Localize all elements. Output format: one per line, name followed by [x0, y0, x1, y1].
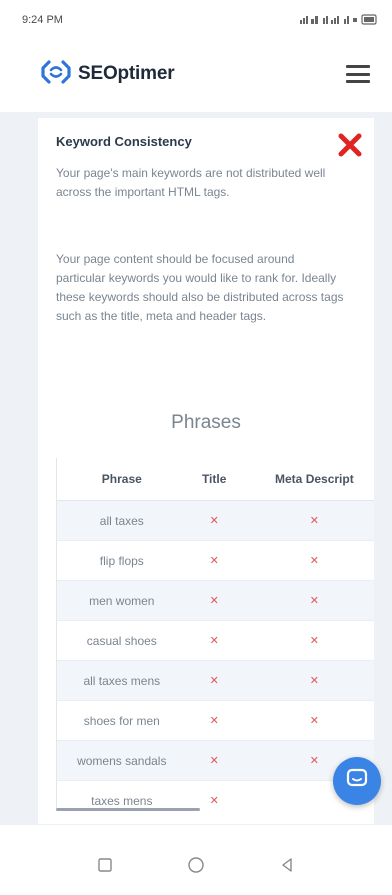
title-missing-icon: ✕ [186, 500, 242, 541]
fail-x-icon [335, 130, 365, 160]
meta-missing-icon: ✕ [241, 580, 374, 621]
title-missing-icon: ✕ [186, 540, 242, 581]
recents-button[interactable] [91, 854, 119, 882]
home-button[interactable] [182, 854, 210, 882]
table-row: womens sandals ✕ ✕ [57, 740, 374, 781]
status-bar: 9:24 PM [0, 0, 392, 40]
brand-name: SEOptimer [78, 63, 175, 84]
column-header-phrase: Phrase [57, 458, 187, 501]
phrase-cell: flip flops [57, 540, 187, 581]
table-row: men women ✕ ✕ [57, 580, 374, 621]
square-icon [97, 857, 113, 878]
phrases-table: Phrase Title Meta Descript all taxes ✕ ✕… [57, 458, 374, 808]
column-header-title: Title [186, 458, 242, 501]
phrase-cell: all taxes mens [57, 660, 187, 701]
card-recommendation: Your page content should be focused arou… [56, 252, 344, 323]
triangle-back-icon [279, 857, 295, 878]
card-title: Keyword Consistency [56, 134, 192, 149]
column-header-meta-description: Meta Descript [241, 458, 374, 501]
meta-missing-icon: ✕ [241, 700, 374, 741]
chat-bubble-icon [345, 767, 369, 796]
card-description: Your page's main keywords are not distri… [56, 166, 326, 199]
signal-icon [300, 13, 378, 28]
phrase-cell: all taxes [57, 500, 187, 541]
phrases-table-container[interactable]: Phrase Title Meta Descript all taxes ✕ ✕… [56, 458, 374, 808]
table-horizontal-scrollbar[interactable] [56, 808, 200, 811]
phrases-heading: Phrases [171, 412, 241, 433]
status-indicators [300, 13, 378, 28]
title-missing-icon: ✕ [186, 660, 242, 701]
keyword-consistency-card: Keyword Consistency Your page's main key… [38, 118, 374, 824]
meta-missing-icon: ✕ [241, 660, 374, 701]
title-missing-icon: ✕ [186, 620, 242, 661]
title-missing-icon: ✕ [186, 700, 242, 741]
table-row: all taxes mens ✕ ✕ [57, 660, 374, 701]
title-missing-icon: ✕ [186, 780, 242, 808]
phrase-cell: womens sandals [57, 740, 187, 781]
table-row: all taxes ✕ ✕ [57, 500, 374, 541]
phrase-cell: shoes for men [57, 700, 187, 741]
site-header: SEOptimer [0, 42, 392, 106]
table-row: shoes for men ✕ ✕ [57, 700, 374, 741]
hamburger-icon[interactable] [346, 65, 370, 83]
table-header-row: Phrase Title Meta Descript [57, 458, 374, 501]
table-row: taxes mens ✕ [57, 780, 374, 808]
phrase-cell: men women [57, 580, 187, 621]
phrase-cell: taxes mens [57, 780, 187, 808]
circle-icon [187, 856, 205, 879]
status-time: 9:24 PM [22, 14, 63, 26]
meta-missing-icon: ✕ [241, 540, 374, 581]
brand-logo[interactable]: SEOptimer [40, 57, 175, 92]
chat-button[interactable] [333, 757, 381, 805]
table-row: casual shoes ✕ ✕ [57, 620, 374, 661]
meta-missing-icon: ✕ [241, 500, 374, 541]
phrase-cell: casual shoes [57, 620, 187, 661]
system-navigation-bar [0, 840, 392, 895]
meta-missing-icon: ✕ [241, 620, 374, 661]
title-missing-icon: ✕ [186, 740, 242, 781]
table-row: flip flops ✕ ✕ [57, 540, 374, 581]
title-missing-icon: ✕ [186, 580, 242, 621]
back-button[interactable] [273, 854, 301, 882]
seoptimer-logo-icon [40, 57, 72, 92]
